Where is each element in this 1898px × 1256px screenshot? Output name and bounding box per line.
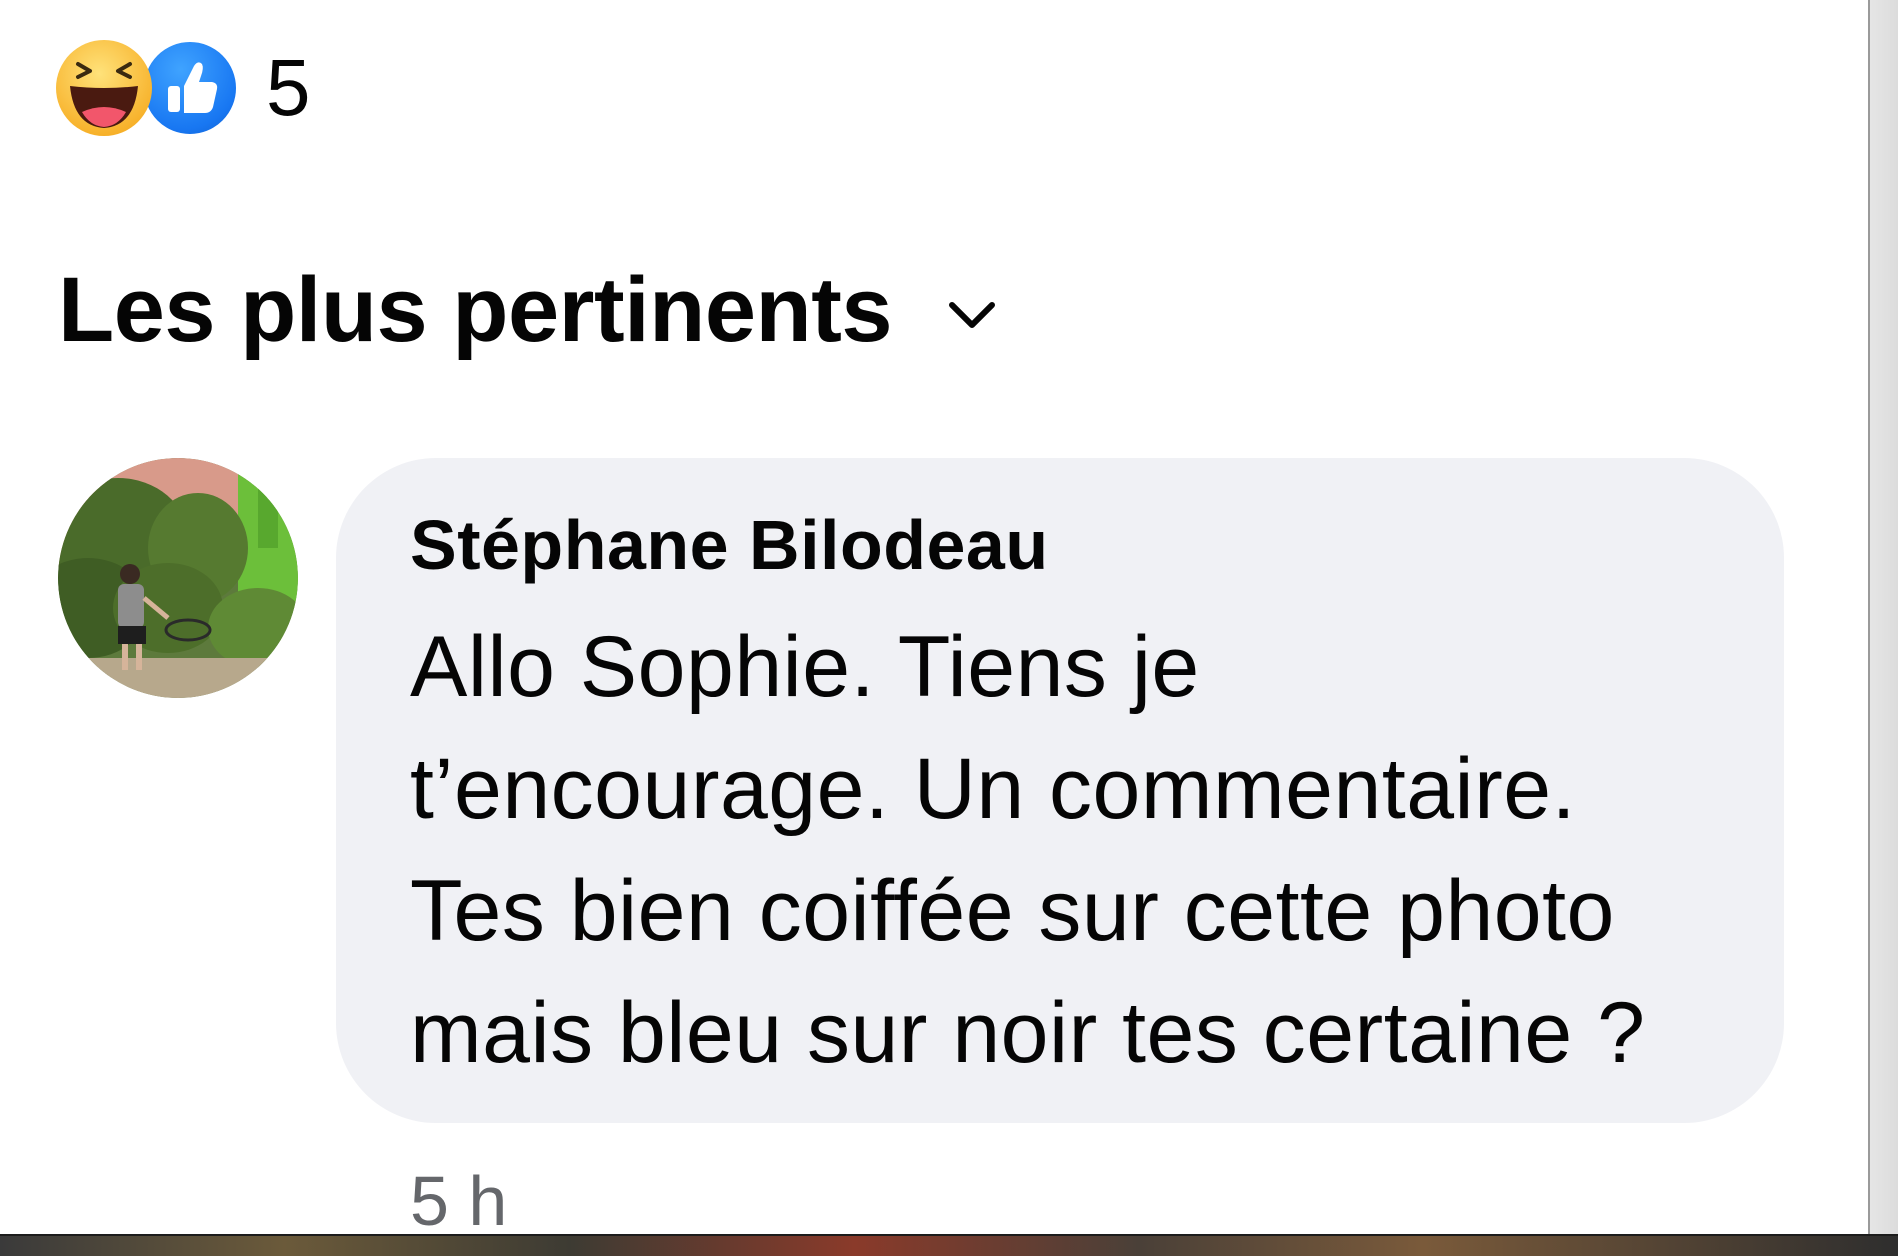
haha-icon: [56, 40, 152, 136]
comment-panel: 5 Les plus pertinents Stéphane Bilodeau …: [0, 0, 1898, 1256]
comment-timestamp[interactable]: 5 h: [410, 1166, 507, 1236]
comment-author[interactable]: Stéphane Bilodeau: [410, 510, 1724, 580]
like-icon: [140, 38, 240, 138]
comment-text: Allo Sophie. Tiens je t’encourage. Un co…: [410, 619, 1646, 1081]
comment-bubble: Stéphane Bilodeau Allo Sophie. Tiens je …: [336, 458, 1784, 1123]
sort-label: Les plus pertinents: [58, 259, 893, 361]
comment-sort-dropdown[interactable]: Les plus pertinents: [58, 264, 998, 356]
window-divider: [1868, 0, 1870, 1238]
avatar[interactable]: [58, 458, 298, 698]
reaction-count: 5: [266, 43, 312, 132]
background-strip: [0, 1236, 1898, 1256]
chevron-down-icon: [946, 289, 998, 341]
window-edge: [1868, 0, 1898, 1238]
reactions-summary[interactable]: 5: [56, 38, 312, 138]
